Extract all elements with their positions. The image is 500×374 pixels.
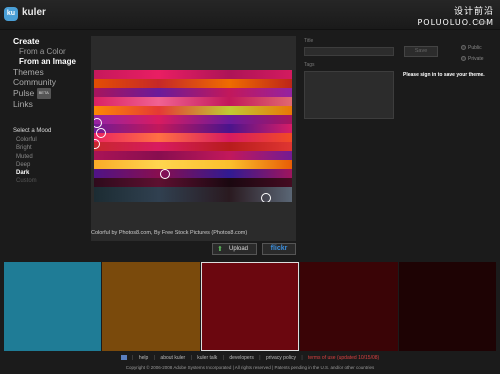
privacy-link[interactable]: privacy policy	[266, 355, 296, 361]
fabric-stripe	[94, 133, 292, 142]
private-label: Private	[468, 56, 484, 62]
developers-link[interactable]: developers	[229, 355, 253, 361]
fabric-stripe	[94, 106, 292, 115]
flickr-button[interactable]: flickr	[262, 243, 296, 255]
mood-deep[interactable]: Deep	[13, 161, 88, 169]
fabric-stripe	[94, 97, 292, 106]
title-input[interactable]	[304, 47, 394, 56]
public-radio[interactable]: Public	[461, 45, 482, 51]
top-bar: ku kuler 设计前沿 POLUOLUO.COM Sign In	[0, 0, 500, 30]
swatch-4[interactable]	[300, 262, 398, 351]
swatch-1[interactable]	[4, 262, 101, 351]
separator: |	[301, 355, 303, 361]
mood-custom[interactable]: Custom	[13, 177, 88, 185]
nav-links[interactable]: Links	[13, 99, 88, 110]
fabric-stripe	[94, 169, 292, 178]
nav-themes[interactable]: Themes	[13, 67, 88, 78]
fabric-stripe	[94, 88, 292, 97]
separator: |	[132, 355, 134, 361]
mood-colorful[interactable]: Colorful	[13, 136, 88, 144]
radio-dot-icon	[461, 56, 466, 62]
about-link[interactable]: about kuler	[160, 355, 185, 361]
fabric-stripe	[94, 115, 292, 124]
app-title[interactable]: kuler	[22, 7, 46, 18]
mood-bright[interactable]: Bright	[13, 144, 88, 152]
fabric-stripe	[94, 124, 292, 133]
upload-button[interactable]: ⬆ Upload	[212, 243, 257, 255]
footer-links: | help | about kuler | kuler talk | deve…	[0, 355, 500, 361]
fabric-stripe	[94, 142, 292, 151]
save-button[interactable]: Save	[404, 46, 438, 57]
public-label: Public	[468, 45, 482, 51]
image-credit[interactable]: Colorful by Photos8.com, By Free Stock P…	[91, 230, 247, 236]
color-picker-circle[interactable]	[261, 193, 271, 202]
color-picker-circle[interactable]	[160, 169, 170, 179]
fabric-stripe	[94, 160, 292, 169]
mood-muted[interactable]: Muted	[13, 153, 88, 161]
fabric-stripe	[94, 151, 292, 160]
swatch-3[interactable]	[201, 262, 299, 351]
color-picker-circle[interactable]	[96, 128, 106, 138]
adobe-icon	[120, 355, 127, 361]
kuler-logo-icon[interactable]: ku	[4, 7, 18, 21]
copyright: Copyright © 2006-2008 Adobe Systems Inco…	[125, 365, 375, 370]
nav-from-image[interactable]: From an Image	[13, 57, 88, 67]
fabric-stripe	[94, 70, 292, 79]
title-label: Title	[304, 38, 314, 44]
fabric-stripe	[94, 79, 292, 88]
sidebar: Create From a Color From an Image Themes…	[13, 36, 88, 186]
watermark-top: 设计前沿	[453, 7, 494, 17]
nav-pulse[interactable]: Pulse BETA	[13, 88, 88, 99]
nav-from-color[interactable]: From a Color	[13, 47, 88, 57]
terms-link[interactable]: terms of use (updated 10/15/08)	[308, 355, 379, 361]
nav-create[interactable]: Create	[13, 36, 88, 47]
radio-dot-icon	[461, 45, 466, 51]
private-radio[interactable]: Private	[461, 56, 484, 62]
color-swatches	[4, 262, 496, 351]
swatch-2[interactable]	[102, 262, 200, 351]
upload-label: Upload	[229, 246, 249, 252]
tags-input[interactable]	[304, 71, 394, 119]
separator: |	[153, 355, 156, 361]
nav-community[interactable]: Community	[13, 77, 88, 88]
mood-dark[interactable]: Dark	[13, 169, 88, 177]
nav-pulse-label: Pulse	[13, 87, 35, 98]
talk-link[interactable]: kuler talk	[197, 355, 217, 361]
separator: |	[222, 355, 224, 361]
signin-note: Please sign in to save your theme.	[403, 72, 485, 78]
tags-label: Tags	[304, 62, 315, 68]
help-link[interactable]: help	[139, 355, 148, 361]
beta-badge: BETA	[36, 88, 51, 99]
swatch-5[interactable]	[399, 262, 496, 351]
separator: |	[190, 355, 192, 361]
source-image	[94, 70, 292, 202]
fabric-stripe	[94, 178, 292, 187]
separator: |	[259, 355, 261, 361]
upload-arrow-icon: ⬆	[217, 246, 223, 253]
mood-title: Select a Mood	[13, 128, 52, 134]
sign-in-link[interactable]: Sign In	[476, 20, 492, 26]
